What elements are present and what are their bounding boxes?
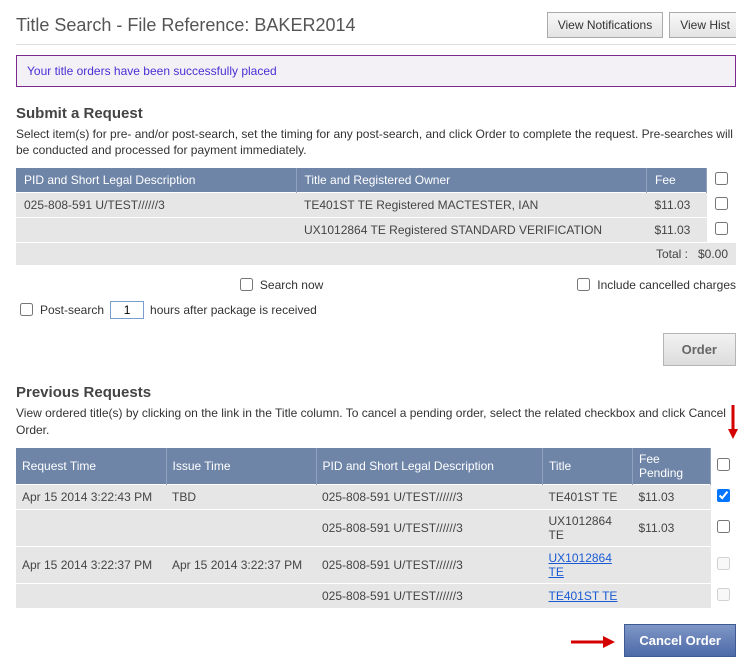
request-time-cell xyxy=(16,509,166,546)
previous-row-checkbox xyxy=(717,588,730,601)
request-time-cell: Apr 15 2014 3:22:37 PM xyxy=(16,546,166,583)
total-label: Total : xyxy=(656,247,688,261)
col-issue-time: Issue Time xyxy=(166,448,316,485)
include-cancelled-option[interactable]: Include cancelled charges xyxy=(573,275,736,294)
title-link[interactable]: TE401ST TE xyxy=(549,589,618,603)
search-now-checkbox[interactable] xyxy=(240,278,253,291)
issue-time-cell: Apr 15 2014 3:22:37 PM xyxy=(166,546,316,583)
include-cancelled-checkbox[interactable] xyxy=(577,278,590,291)
previous-heading: Previous Requests xyxy=(16,384,736,401)
view-notifications-button[interactable]: View Notifications xyxy=(547,12,664,38)
col-title: Title and Registered Owner xyxy=(296,168,647,193)
submit-row-checkbox[interactable] xyxy=(715,197,728,210)
table-row: 025-808-591 U/TEST//////3 TE401ST TE xyxy=(16,583,736,608)
fee-cell: $11.03 xyxy=(633,484,711,509)
page-title: Title Search - File Reference: BAKER2014 xyxy=(16,15,356,36)
fee-cell xyxy=(633,546,711,583)
pid-cell: 025-808-591 U/TEST//////3 xyxy=(316,546,543,583)
pid-cell: 025-808-591 U/TEST//////3 xyxy=(16,193,296,218)
pid-cell: 025-808-591 U/TEST//////3 xyxy=(316,583,543,608)
include-cancelled-label: Include cancelled charges xyxy=(597,278,736,292)
fee-cell: $11.03 xyxy=(647,193,707,218)
pid-cell xyxy=(16,218,296,243)
fee-cell: $11.03 xyxy=(647,218,707,243)
title-cell: UX1012864 TE Registered STANDARD VERIFIC… xyxy=(296,218,647,243)
search-now-option[interactable]: Search now xyxy=(236,275,323,294)
issue-time-cell xyxy=(166,583,316,608)
select-all-submit-checkbox[interactable] xyxy=(715,172,728,185)
col-title: Title xyxy=(543,448,633,485)
select-all-previous-checkbox[interactable] xyxy=(717,458,730,471)
pid-cell: 025-808-591 U/TEST//////3 xyxy=(316,509,543,546)
post-search-suffix: hours after package is received xyxy=(150,303,317,317)
post-search-checkbox[interactable] xyxy=(20,303,33,316)
previous-instructions: View ordered title(s) by clicking on the… xyxy=(16,405,736,437)
request-time-cell xyxy=(16,583,166,608)
submit-heading: Submit a Request xyxy=(16,105,736,122)
issue-time-cell xyxy=(166,509,316,546)
col-request-time: Request Time xyxy=(16,448,166,485)
previous-row-checkbox[interactable] xyxy=(717,489,730,502)
col-pid: PID and Short Legal Description xyxy=(316,448,543,485)
request-time-cell: Apr 15 2014 3:22:43 PM xyxy=(16,484,166,509)
annotation-arrow-right-icon xyxy=(571,635,615,649)
post-search-hours-input[interactable] xyxy=(110,301,144,319)
view-history-button[interactable]: View Hist xyxy=(669,12,736,38)
table-row: Apr 15 2014 3:22:37 PM Apr 15 2014 3:22:… xyxy=(16,546,736,583)
search-now-label: Search now xyxy=(260,278,323,292)
title-cell: TE401ST TE Registered MACTESTER, IAN xyxy=(296,193,647,218)
post-search-option[interactable]: Post-search xyxy=(16,300,104,319)
cancel-order-button[interactable]: Cancel Order xyxy=(624,624,736,657)
col-fee: Fee xyxy=(647,168,707,193)
fee-cell: $11.03 xyxy=(633,509,711,546)
title-cell: UX1012864 TE xyxy=(549,514,612,542)
annotation-arrow-down-icon xyxy=(726,405,740,442)
success-notice: Your title orders have been successfully… xyxy=(16,55,736,87)
submit-instructions: Select item(s) for pre- and/or post-sear… xyxy=(16,126,736,158)
issue-time-cell: TBD xyxy=(166,484,316,509)
previous-row-checkbox[interactable] xyxy=(717,520,730,533)
previous-table: Request Time Issue Time PID and Short Le… xyxy=(16,448,736,608)
submit-table: PID and Short Legal Description Title an… xyxy=(16,168,736,265)
submit-row-checkbox[interactable] xyxy=(715,222,728,235)
col-fee-pending: Fee Pending xyxy=(633,448,711,485)
table-row: Apr 15 2014 3:22:43 PM TBD 025-808-591 U… xyxy=(16,484,736,509)
title-link[interactable]: UX1012864 TE xyxy=(549,551,612,579)
order-button[interactable]: Order xyxy=(663,333,736,366)
col-pid: PID and Short Legal Description xyxy=(16,168,296,193)
total-value: $0.00 xyxy=(698,247,728,261)
previous-row-checkbox xyxy=(717,557,730,570)
post-search-label: Post-search xyxy=(40,303,104,317)
fee-cell xyxy=(633,583,711,608)
table-row: 025-808-591 U/TEST//////3 UX1012864 TE $… xyxy=(16,509,736,546)
title-cell: TE401ST TE xyxy=(549,490,618,504)
pid-cell: 025-808-591 U/TEST//////3 xyxy=(316,484,543,509)
